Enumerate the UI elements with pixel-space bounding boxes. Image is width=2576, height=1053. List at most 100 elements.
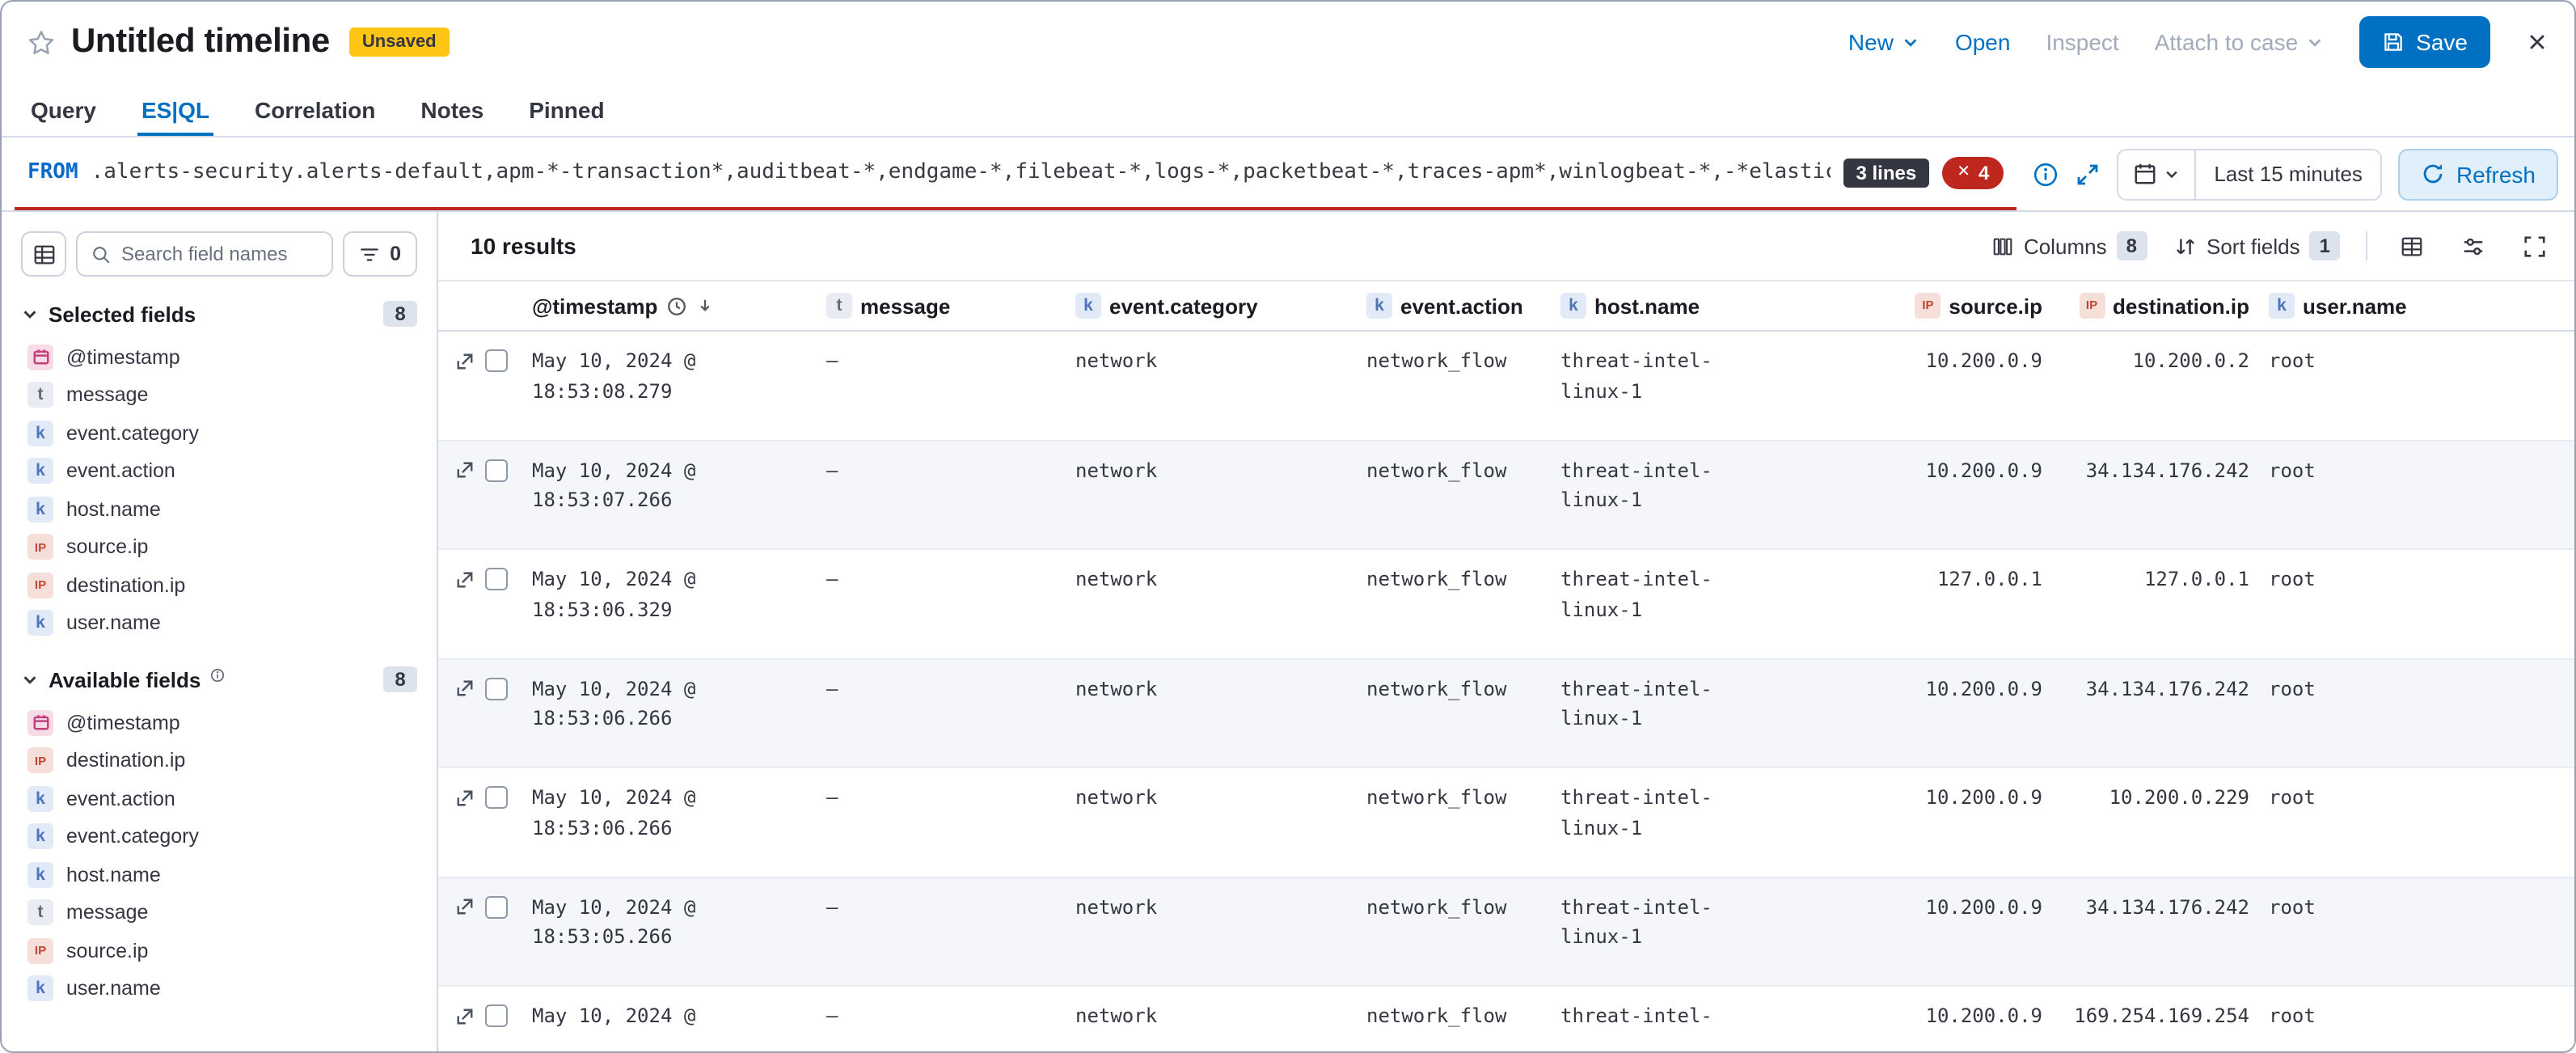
cell-destination_ip[interactable]: 169.254.169.254	[2052, 1001, 2259, 1031]
cell-user_name[interactable]: root	[2259, 455, 2473, 485]
date-picker-calendar-button[interactable]	[2118, 150, 2196, 198]
table-view-icon[interactable]	[2393, 228, 2429, 264]
row-checkbox[interactable]	[485, 349, 508, 372]
cell-destination_ip[interactable]: 34.134.176.242	[2052, 892, 2259, 922]
field-item-source.ip[interactable]: IPsource.ip	[21, 528, 417, 566]
row-checkbox[interactable]	[485, 1004, 508, 1027]
expand-row-icon[interactable]	[456, 679, 474, 697]
column-header-host-name[interactable]: khost.name	[1551, 293, 1735, 319]
cell-destination_ip[interactable]: 127.0.0.1	[2052, 565, 2259, 594]
expand-row-icon[interactable]	[456, 1007, 474, 1025]
cell-host_name[interactable]: threat-intel-linux-1	[1551, 892, 1735, 952]
cell-event_action[interactable]: network_flow	[1357, 674, 1551, 704]
sort-fields-button[interactable]: Sort fields 1	[2173, 231, 2340, 260]
column-header-destination-ip[interactable]: IPdestination.ip	[2052, 293, 2259, 319]
available-fields-header[interactable]: Available fields 8	[21, 666, 417, 692]
cell-event_action[interactable]: network_flow	[1357, 783, 1551, 813]
columns-button[interactable]: Columns 8	[1990, 231, 2147, 260]
info-icon[interactable]	[2033, 161, 2059, 187]
row-checkbox[interactable]	[485, 677, 508, 700]
cell-user_name[interactable]: root	[2259, 1001, 2473, 1031]
cell-message[interactable]: –	[817, 674, 1066, 704]
field-item-@timestamp[interactable]: @timestamp	[21, 338, 417, 376]
expand-query-icon[interactable]	[2075, 161, 2101, 187]
cell-user_name[interactable]: root	[2259, 783, 2473, 813]
field-item-event.category[interactable]: kevent.category	[21, 818, 417, 856]
cell-event_category[interactable]: network	[1066, 1001, 1357, 1031]
cell-timestamp[interactable]: May 10, 2024 @ 18:53:08.279	[522, 346, 817, 406]
cell-event_category[interactable]: network	[1066, 455, 1357, 485]
column-header-event-action[interactable]: kevent.action	[1357, 293, 1551, 319]
cell-event_action[interactable]: network_flow	[1357, 455, 1551, 485]
cell-event_category[interactable]: network	[1066, 783, 1357, 813]
expand-row-icon[interactable]	[456, 789, 474, 806]
field-item-message[interactable]: tmessage	[21, 894, 417, 932]
cell-event_category[interactable]: network	[1066, 565, 1357, 594]
field-item-destination.ip[interactable]: IPdestination.ip	[21, 742, 417, 780]
tab-query[interactable]: Query	[27, 82, 99, 136]
close-icon[interactable]	[2526, 31, 2549, 53]
cell-event_category[interactable]: network	[1066, 674, 1357, 704]
column-header-user-name[interactable]: kuser.name	[2259, 293, 2473, 319]
cell-message[interactable]: –	[817, 892, 1066, 922]
favorite-star-icon[interactable]	[27, 28, 55, 56]
field-item-user.name[interactable]: kuser.name	[21, 604, 417, 642]
row-checkbox[interactable]	[485, 568, 508, 590]
cell-timestamp[interactable]: May 10, 2024 @ 18:53:06.266	[522, 674, 817, 734]
cell-message[interactable]: –	[817, 783, 1066, 813]
cell-destination_ip[interactable]: 10.200.0.2	[2052, 346, 2259, 376]
cell-message[interactable]: –	[817, 455, 1066, 485]
cell-destination_ip[interactable]: 10.200.0.229	[2052, 783, 2259, 813]
cell-event_category[interactable]: network	[1066, 346, 1357, 376]
cell-host_name[interactable]: threat-intel-linux-1	[1551, 346, 1735, 406]
error-count-badge[interactable]: ✕ 4	[1942, 156, 2004, 188]
field-item-event.action[interactable]: kevent.action	[21, 452, 417, 490]
cell-source_ip[interactable]: 10.200.0.9	[1735, 346, 2052, 376]
cell-destination_ip[interactable]: 34.134.176.242	[2052, 455, 2259, 485]
cell-event_action[interactable]: network_flow	[1357, 346, 1551, 376]
search-input[interactable]	[121, 243, 319, 265]
column-header-event-category[interactable]: kevent.category	[1066, 293, 1357, 319]
time-range-button[interactable]: Last 15 minutes	[2196, 162, 2380, 186]
field-item-message[interactable]: tmessage	[21, 376, 417, 414]
display-settings-icon[interactable]	[2455, 228, 2490, 264]
field-list-toggle-button[interactable]	[21, 231, 66, 277]
cell-source_ip[interactable]: 10.200.0.9	[1735, 783, 2052, 813]
esql-query-input[interactable]: FROM .alerts-security.alerts-default,apm…	[15, 137, 2016, 210]
expand-row-icon[interactable]	[456, 570, 474, 588]
row-checkbox[interactable]	[485, 459, 508, 481]
cell-message[interactable]: –	[817, 1001, 1066, 1031]
cell-host_name[interactable]: threat-intel-linux-1	[1551, 565, 1735, 624]
column-header-source-ip[interactable]: IPsource.ip	[1735, 293, 2052, 319]
tab-esql[interactable]: ES|QL	[138, 82, 213, 136]
cell-host_name[interactable]: threat-intel-linux-1	[1551, 455, 1735, 515]
cell-event_action[interactable]: network_flow	[1357, 565, 1551, 594]
cell-timestamp[interactable]: May 10, 2024 @ 18:53:05.266	[522, 892, 817, 952]
field-item-event.category[interactable]: kevent.category	[21, 414, 417, 452]
cell-destination_ip[interactable]: 34.134.176.242	[2052, 674, 2259, 704]
cell-host_name[interactable]: threat-intel-linux-1	[1551, 674, 1735, 734]
cell-timestamp[interactable]: May 10, 2024 @	[522, 1001, 817, 1031]
cell-source_ip[interactable]: 10.200.0.9	[1735, 674, 2052, 704]
cell-user_name[interactable]: root	[2259, 892, 2473, 922]
selected-fields-header[interactable]: Selected fields 8	[21, 301, 417, 327]
tab-correlation[interactable]: Correlation	[251, 82, 378, 136]
column-header-message[interactable]: tmessage	[817, 293, 1066, 319]
cell-message[interactable]: –	[817, 346, 1066, 376]
field-item-@timestamp[interactable]: @timestamp	[21, 704, 417, 742]
tab-pinned[interactable]: Pinned	[526, 82, 607, 136]
field-item-host.name[interactable]: khost.name	[21, 490, 417, 528]
cell-source_ip[interactable]: 10.200.0.9	[1735, 892, 2052, 922]
cell-source_ip[interactable]: 10.200.0.9	[1735, 455, 2052, 485]
tab-notes[interactable]: Notes	[417, 82, 487, 136]
row-checkbox[interactable]	[485, 786, 508, 809]
save-button[interactable]: Save	[2359, 16, 2490, 68]
field-item-destination.ip[interactable]: IPdestination.ip	[21, 566, 417, 604]
cell-user_name[interactable]: root	[2259, 565, 2473, 594]
new-menu-button[interactable]: New	[1848, 29, 1919, 55]
fullscreen-icon[interactable]	[2516, 228, 2552, 264]
attach-to-case-button[interactable]: Attach to case	[2155, 29, 2324, 55]
field-item-user.name[interactable]: kuser.name	[21, 970, 417, 1008]
expand-row-icon[interactable]	[456, 461, 474, 479]
expand-row-icon[interactable]	[456, 352, 474, 370]
